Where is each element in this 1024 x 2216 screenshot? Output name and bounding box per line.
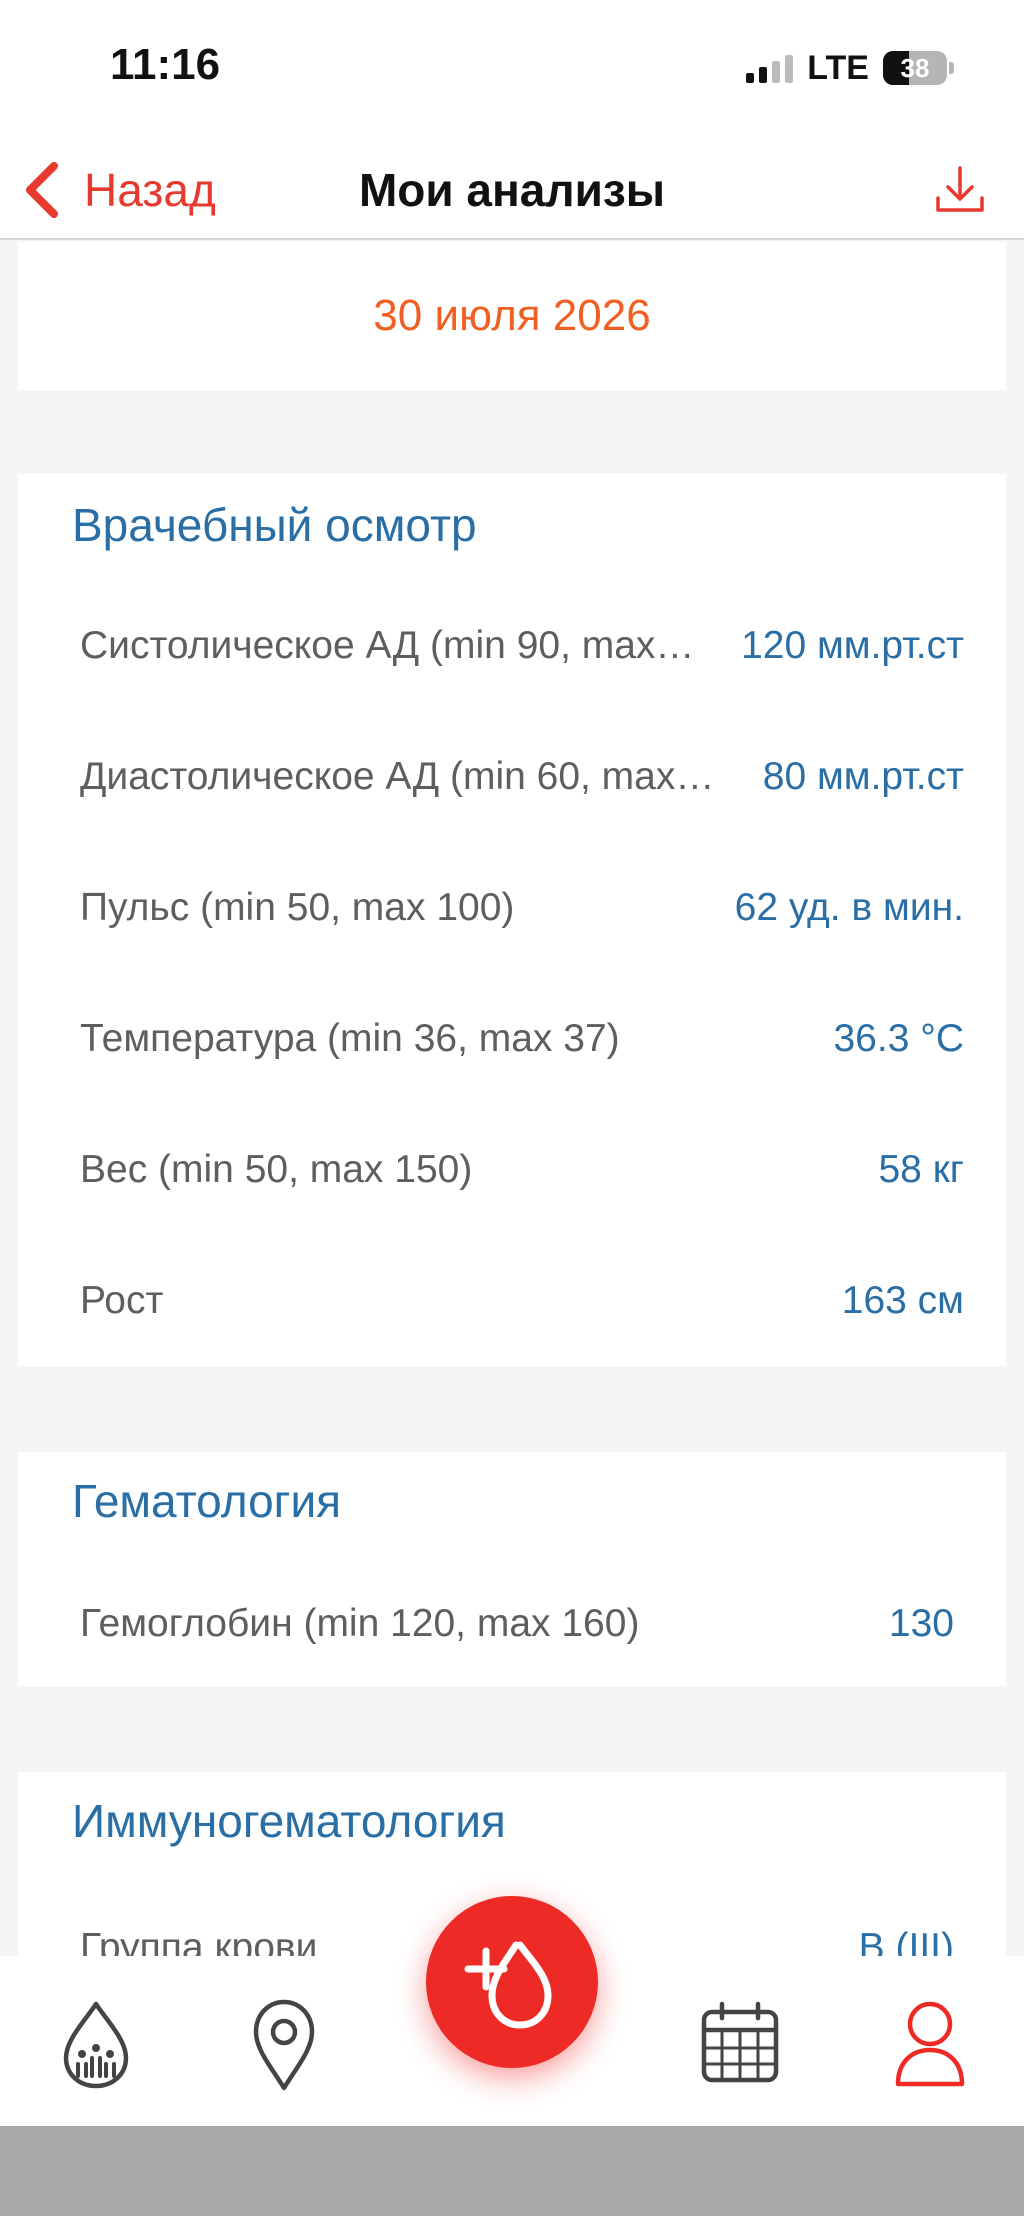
table-row: Пульс (min 50, max 100) 62 уд. в мин. xyxy=(80,868,964,948)
battery-tip xyxy=(949,62,954,74)
analysis-date: 30 июля 2026 xyxy=(373,291,651,340)
battery-level: 38 xyxy=(900,52,930,83)
row-label: Систолическое АД (min 90, max 140) xyxy=(80,624,700,667)
row-value: 130 xyxy=(888,1602,954,1645)
location-pin-icon[interactable] xyxy=(244,1996,324,2092)
donate-blood-icon xyxy=(464,1941,552,2029)
donate-blood-button[interactable] xyxy=(426,1896,598,2068)
battery-icon: 38 xyxy=(883,51,947,85)
table-row: Систолическое АД (min 90, max 140) 120 м… xyxy=(80,606,964,686)
row-value: 163 см xyxy=(841,1279,964,1322)
chevron-left-icon xyxy=(26,162,58,218)
row-label: Диастолическое АД (min 60, max 90) xyxy=(80,755,720,798)
status-time: 11:16 xyxy=(110,40,221,89)
row-value: 58 кг xyxy=(878,1148,964,1191)
exam-section: Врачебный осмотр Систолическое АД (min 9… xyxy=(18,474,1006,1366)
status-bar: 11:16 LTE 38 xyxy=(0,0,1024,140)
row-value: 80 мм.рт.ст xyxy=(762,755,964,798)
home-indicator-area xyxy=(0,2126,1024,2216)
row-value: 120 мм.рт.ст xyxy=(741,624,964,667)
donors-drop-icon[interactable] xyxy=(56,1996,136,2092)
table-row: Температура (min 36, max 37) 36.3 °C xyxy=(80,999,964,1079)
section-title-exam: Врачебный осмотр xyxy=(72,499,477,551)
download-icon[interactable] xyxy=(932,162,988,218)
table-row: Гемоглобин (min 120, max 160) 130 xyxy=(80,1584,964,1664)
back-label: Назад xyxy=(84,164,216,216)
table-row: Диастолическое АД (min 60, max 90) 80 мм… xyxy=(80,737,964,817)
row-label: Температура (min 36, max 37) xyxy=(80,1017,620,1060)
row-label: Пульс (min 50, max 100) xyxy=(80,886,515,929)
table-row: Вес (min 50, max 150) 58 кг xyxy=(80,1130,964,1210)
hematology-section: Гематология Гемоглобин (min 120, max 160… xyxy=(18,1452,1006,1686)
row-value: 62 уд. в мин. xyxy=(734,886,964,929)
network-type: LTE xyxy=(807,48,869,87)
date-card: 30 июля 2026 xyxy=(18,242,1006,390)
back-button[interactable]: Назад xyxy=(22,152,216,228)
section-title-immunohematology: Иммуногематология xyxy=(72,1795,506,1847)
row-label: Гемоглобин (min 120, max 160) xyxy=(80,1602,640,1645)
table-row: Рост 163 см xyxy=(80,1261,964,1341)
row-value: 36.3 °C xyxy=(833,1017,964,1060)
signal-icon xyxy=(746,53,794,83)
calendar-icon[interactable] xyxy=(698,1996,782,2092)
row-label: Рост xyxy=(80,1279,164,1322)
status-indicators: LTE 38 xyxy=(746,48,954,88)
navigation-bar: Мои анализы Назад xyxy=(0,140,1024,240)
row-label: Вес (min 50, max 150) xyxy=(80,1148,473,1191)
profile-icon[interactable] xyxy=(888,1996,972,2092)
section-title-hematology: Гематология xyxy=(72,1475,342,1527)
